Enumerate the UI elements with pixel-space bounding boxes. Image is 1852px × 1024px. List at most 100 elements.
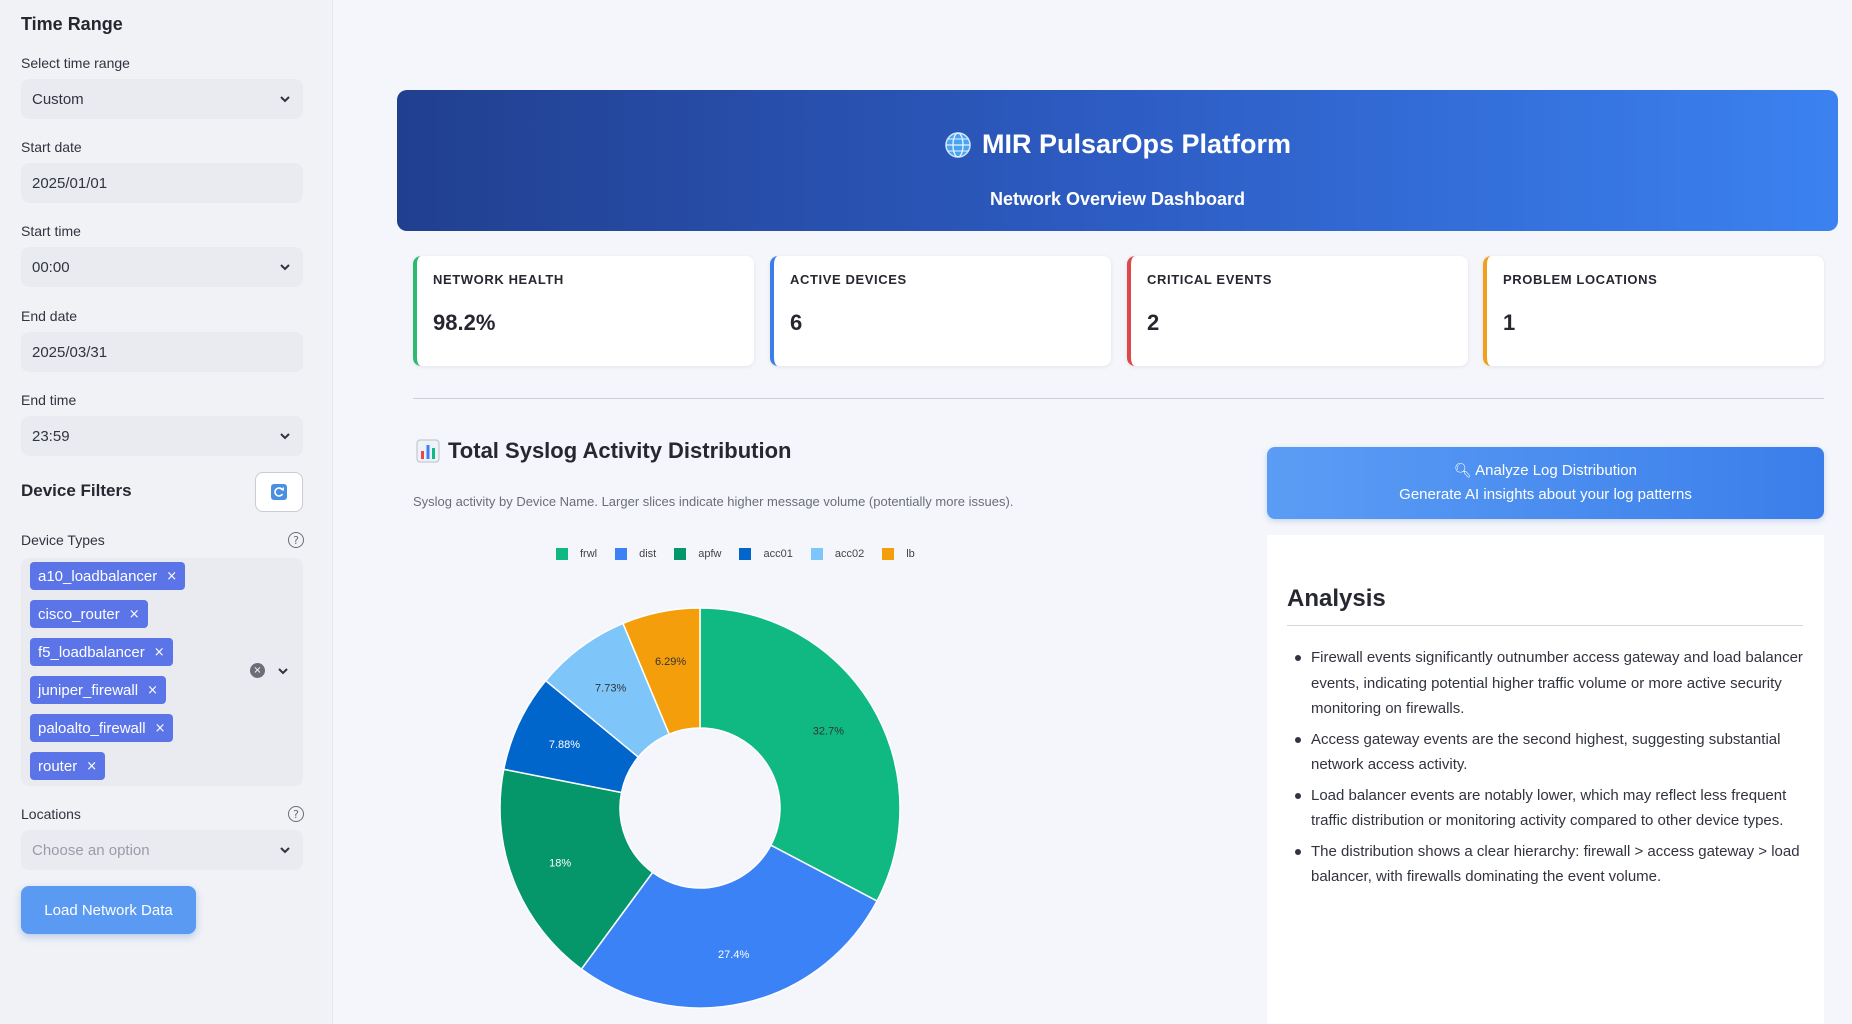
analysis-panel: Analysis Firewall events significantly o… (1267, 535, 1824, 1024)
start-date-label: Start date (21, 139, 82, 155)
chart-legend: frwl dist apfw acc01 acc02 lb (556, 548, 915, 560)
time-range-heading: Time Range (21, 14, 123, 34)
legend-label: frwl (580, 548, 598, 560)
kpi-card-critical-events: CRITICAL EVENTS 2 (1127, 256, 1468, 366)
legend-label: dist (639, 548, 657, 560)
legend-swatch (739, 548, 752, 560)
chip-remove-icon[interactable]: × (166, 569, 177, 584)
legend-item[interactable]: acc01 (739, 548, 793, 560)
legend-swatch (556, 548, 568, 560)
globe-icon (945, 131, 971, 158)
pie-slice-label: 6.29% (655, 656, 686, 668)
device-type-chip[interactable]: cisco_router × (30, 600, 148, 628)
app-subtitle: Network Overview Dashboard (989, 189, 1246, 209)
end-date-label: End date (21, 308, 78, 324)
chevron-down-icon (280, 264, 290, 271)
kpi-label: NETWORK HEALTH (433, 272, 564, 287)
kpi-label: ACTIVE DEVICES (790, 272, 907, 287)
kpi-card-problem-locations: PROBLEM LOCATIONS 1 (1483, 256, 1824, 366)
legend-item[interactable]: apfw (674, 548, 721, 560)
kpi-value: 1 (1503, 310, 1516, 335)
end-time-value: 23:59 (32, 427, 70, 445)
syslog-title-text: Total Syslog Activity Distribution (448, 438, 792, 463)
end-date-value: 2025/03/31 (32, 343, 108, 361)
analysis-rule (1287, 625, 1803, 626)
legend-label: acc02 (834, 548, 865, 560)
chip-remove-icon[interactable]: × (147, 683, 158, 698)
syslog-donut-chart: 32.7% 27.4% 18% 7.88% 7.73% 6.29% (499, 607, 901, 1009)
locations-label: Locations (21, 806, 81, 822)
chevron-down-icon (280, 847, 290, 854)
help-icon[interactable]: ? (288, 806, 304, 822)
legend-swatch (674, 548, 687, 560)
chip-remove-icon[interactable]: × (154, 645, 165, 660)
chip-label: cisco_router (38, 605, 120, 623)
analysis-title: Analysis (1287, 585, 1386, 612)
start-time-select[interactable]: 00:00 (21, 247, 303, 287)
device-filters-heading: Device Filters (21, 481, 132, 500)
refresh-filters-button[interactable] (255, 472, 303, 512)
chevron-down-icon[interactable] (276, 664, 290, 678)
legend-item[interactable]: lb (882, 548, 915, 560)
analysis-bullet: Firewall events significantly outnumber … (1287, 645, 1805, 722)
pie-slice-label: 18% (549, 857, 571, 869)
pie-slice-frwl[interactable] (699, 607, 901, 903)
bar-chart-icon (416, 439, 440, 463)
app-title: MIR PulsarOps Platform (981, 129, 1292, 159)
syslog-section-title: Total Syslog Activity Distribution (416, 438, 791, 464)
start-time-label: Start time (21, 223, 81, 239)
device-type-chip[interactable]: f5_loadbalancer × (30, 638, 173, 666)
legend-label: lb (906, 548, 915, 560)
kpi-value: 2 (1147, 310, 1160, 335)
refresh-icon (271, 484, 287, 500)
start-time-value: 00:00 (32, 258, 70, 276)
device-type-chip[interactable]: paloalto_firewall × (30, 714, 174, 742)
pie-slice-label: 7.73% (595, 683, 626, 695)
legend-item[interactable]: frwl (556, 548, 597, 560)
kpi-label: PROBLEM LOCATIONS (1503, 272, 1658, 287)
legend-item[interactable]: acc02 (810, 548, 865, 560)
device-types-label: Device Types (21, 532, 105, 548)
time-range-select-value: Custom (32, 90, 84, 108)
kpi-value: 98.2% (433, 310, 496, 335)
device-type-chip[interactable]: a10_loadbalancer × (30, 562, 186, 590)
kpi-card-active-devices: ACTIVE DEVICES 6 (770, 256, 1111, 366)
header-banner: MIR PulsarOps Platform Network Overview … (397, 90, 1838, 231)
legend-item[interactable]: dist (615, 548, 656, 560)
select-time-range-label: Select time range (21, 55, 130, 71)
analysis-bullet: The distribution shows a clear hierarchy… (1287, 839, 1805, 890)
chip-label: f5_loadbalancer (38, 643, 145, 661)
locations-select[interactable]: Choose an option (21, 830, 303, 870)
kpi-card-network-health: NETWORK HEALTH 98.2% (413, 256, 754, 366)
end-time-label: End time (21, 392, 77, 408)
banner-title-row: MIR PulsarOps Platform (397, 129, 1838, 160)
pie-slice-label: 27.4% (718, 949, 749, 961)
help-icon[interactable]: ? (288, 532, 304, 548)
analyze-button-label: Analyze Log Distribution (1475, 462, 1637, 479)
end-date-input[interactable]: 2025/03/31 (21, 332, 303, 372)
pie-slice-label: 32.7% (813, 725, 844, 737)
kpi-label: CRITICAL EVENTS (1147, 272, 1273, 287)
chip-remove-icon[interactable]: × (129, 607, 140, 622)
legend-label: acc01 (763, 548, 793, 560)
load-network-data-button[interactable]: Load Network Data (21, 886, 196, 934)
locations-placeholder: Choose an option (32, 841, 150, 859)
time-range-select[interactable]: Custom (21, 79, 303, 119)
analysis-bullets: Firewall events significantly outnumber … (1287, 645, 1805, 895)
analysis-bullet: Access gateway events are the second hig… (1287, 727, 1805, 778)
chip-remove-icon[interactable]: × (155, 721, 166, 736)
device-types-multiselect[interactable]: a10_loadbalancer × cisco_router × f5_loadb… (21, 558, 303, 786)
section-divider (413, 398, 1824, 399)
device-type-chip[interactable]: juniper_firewall × (30, 676, 166, 704)
start-date-input[interactable]: 2025/01/01 (21, 163, 303, 203)
analyze-log-distribution-button[interactable]: 🔍︎ Analyze Log Distribution Generate AI … (1267, 447, 1824, 519)
start-date-value: 2025/01/01 (32, 174, 108, 192)
device-type-chip[interactable]: router × (30, 752, 106, 780)
chip-label: paloalto_firewall (38, 719, 146, 737)
clear-all-icon[interactable]: × (250, 663, 265, 678)
end-time-select[interactable]: 23:59 (21, 416, 303, 456)
chevron-down-icon (280, 433, 290, 440)
chevron-down-icon (280, 96, 290, 103)
kpi-value: 6 (790, 310, 803, 335)
chip-remove-icon[interactable]: × (86, 759, 97, 774)
